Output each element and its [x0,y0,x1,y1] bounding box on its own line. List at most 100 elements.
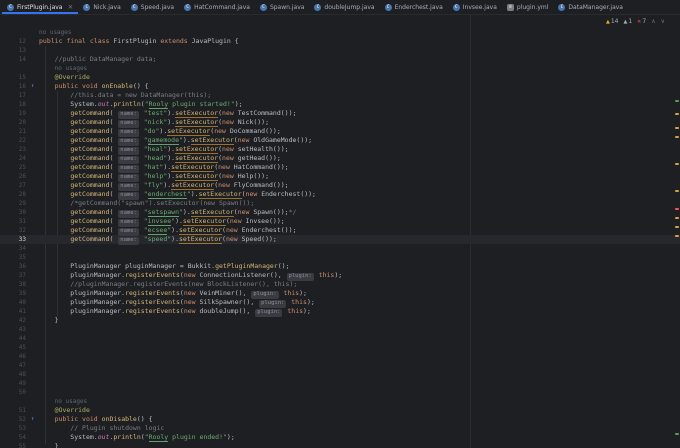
line-number[interactable]: 22 [0,136,26,145]
line-number[interactable]: 31 [0,217,26,226]
stripe-mark[interactable] [675,235,679,237]
line-number[interactable]: 53 [0,424,26,433]
code-line[interactable]: 37 pluginManager.registerEvents(new Conn… [0,271,680,281]
line-number[interactable]: 19 [0,109,26,118]
code-line[interactable]: 25 getCommand( name: "hat").setExecutor(… [0,163,680,173]
line-number[interactable]: 49 [0,379,26,388]
stripe-mark[interactable] [675,433,679,435]
line-number[interactable]: 41 [0,307,26,316]
code-line[interactable]: 29 /*getCommand("spawn").setExecutor(new… [0,199,680,208]
line-number[interactable]: 17 [0,91,26,100]
line-number[interactable]: 35 [0,253,26,262]
line-number[interactable]: 45 [0,343,26,352]
line-number[interactable]: 28 [0,190,26,199]
line-number[interactable]: 55 [0,442,26,448]
line-number[interactable]: 13 [0,46,26,55]
stripe-mark[interactable] [675,163,679,165]
code-line[interactable]: 47 [0,361,680,370]
line-number[interactable]: 29 [0,199,26,208]
code-line[interactable]: 39 pluginManager.registerEvents(new Vein… [0,289,680,299]
stripe-mark[interactable] [675,208,679,210]
next-problem-icon[interactable]: ∨ [661,18,665,25]
line-number[interactable]: 26 [0,172,26,181]
code-line[interactable]: 42 } [0,316,680,325]
line-number[interactable]: 54 [0,433,26,442]
code-line[interactable]: 19 getCommand( name: "test").setExecutor… [0,109,680,119]
error-indicator[interactable]: ✕ 7 [637,18,646,25]
code-line[interactable]: 54 System.out.println("Rooly plugin ende… [0,433,680,442]
code-line[interactable]: 24 getCommand( name: "head").setExecutor… [0,154,680,164]
line-number[interactable]: 46 [0,352,26,361]
previous-problem-icon[interactable]: ∧ [651,18,655,25]
line-number[interactable]: 36 [0,262,26,271]
line-number[interactable]: 44 [0,334,26,343]
code-line[interactable]: 18 System.out.println("Rooly plugin star… [0,100,680,109]
usages-hint[interactable]: no usages [55,398,88,405]
code-line[interactable]: 20 getCommand( name: "nick").setExecutor… [0,118,680,128]
code-line[interactable]: 30 getCommand( name: "setspawn").setExec… [0,208,680,218]
code-line[interactable]: 31 getCommand( name: "invsee").setExecut… [0,217,680,227]
code-line[interactable]: 36 PluginManager pluginManager = Bukkit.… [0,262,680,271]
tab-plugin.yml[interactable]: ≡ plugin.yml [502,0,554,14]
code-line[interactable]: 50 [0,388,680,397]
code-line[interactable]: 43 [0,325,680,334]
tab-Speed.java[interactable]: C Speed.java [126,0,179,14]
warning-indicator[interactable]: ▲ 14 [606,18,619,25]
code-line[interactable]: 28 getCommand( name: "enderchest").setEx… [0,190,680,200]
code-line[interactable]: 55 } [0,442,680,448]
code-line[interactable]: 44 [0,334,680,343]
code-line[interactable]: 17 //this.data = new DataManager(this); [0,91,680,100]
code-line[interactable]: 14 //public DataManager data; [0,55,680,64]
line-number[interactable]: 52 [0,415,26,424]
tab-Spawn.java[interactable]: C Spawn.java [255,0,309,14]
code-line[interactable]: 52 ↑ public void onDisable() { [0,415,680,424]
line-number[interactable]: 18 [0,100,26,109]
line-number[interactable]: 51 [0,406,26,415]
overrides-method-icon[interactable]: ↑ [26,82,39,91]
stripe-mark[interactable] [675,100,679,102]
code-line[interactable]: 48 [0,370,680,379]
line-number[interactable]: 39 [0,289,26,298]
line-number[interactable]: 50 [0,388,26,397]
line-number[interactable]: 43 [0,325,26,334]
code-line[interactable]: 22 getCommand( name: "gamemode").setExec… [0,136,680,146]
code-line[interactable]: 53 // Plugin shutdown logic [0,424,680,433]
code-line[interactable]: 46 [0,352,680,361]
tab-HatCommand.java[interactable]: C HatCommand.java [179,0,255,14]
code-line[interactable]: 21 getCommand( name: "do").setExecutor(n… [0,127,680,137]
code-line[interactable]: 38 //pluginManager.registerEvents(new Bl… [0,280,680,289]
inlay-hint-row[interactable]: no usages [0,397,680,406]
code-line[interactable]: 49 [0,379,680,388]
code-line[interactable]: 23 getCommand( name: "heal").setExecutor… [0,145,680,155]
usages-hint[interactable]: no usages [55,65,88,72]
code-line[interactable]: 34 [0,244,680,253]
scrollbar-error-stripe[interactable] [674,15,680,448]
code-line[interactable]: 32 getCommand( name: "ecsee").setExecuto… [0,226,680,236]
tab-doubleJump.java[interactable]: CdoubleJump.java [309,0,379,14]
line-number[interactable]: 38 [0,280,26,289]
line-number[interactable]: 12 [0,37,26,46]
line-number[interactable]: 14 [0,55,26,64]
line-number[interactable]: 42 [0,316,26,325]
code-line[interactable]: 12 public final class FirstPlugin extends… [0,37,680,46]
line-number[interactable]: 32 [0,226,26,235]
line-number[interactable]: 27 [0,181,26,190]
line-number[interactable]: 40 [0,298,26,307]
line-number[interactable]: 34 [0,244,26,253]
line-number[interactable]: 33 [0,235,26,244]
line-number[interactable]: 24 [0,154,26,163]
stripe-mark[interactable] [675,190,679,192]
inlay-hint-row[interactable]: no usages [0,28,680,37]
code-line[interactable]: 33 getCommand( name: "speed").setExecuto… [0,235,680,245]
line-number[interactable]: 37 [0,271,26,280]
stripe-mark[interactable] [675,226,679,228]
line-number[interactable]: 25 [0,163,26,172]
code-line[interactable]: 15 @Override [0,73,680,82]
line-number[interactable]: 48 [0,370,26,379]
code-line[interactable]: 26 getCommand( name: "help").setExecutor… [0,172,680,182]
line-number[interactable]: 16 [0,82,26,91]
close-tab-icon[interactable]: × [67,3,73,11]
code-line[interactable]: 35 [0,253,680,262]
line-number[interactable]: 15 [0,73,26,82]
tab-Enderchest.java[interactable]: C Enderchest.java [380,0,448,14]
